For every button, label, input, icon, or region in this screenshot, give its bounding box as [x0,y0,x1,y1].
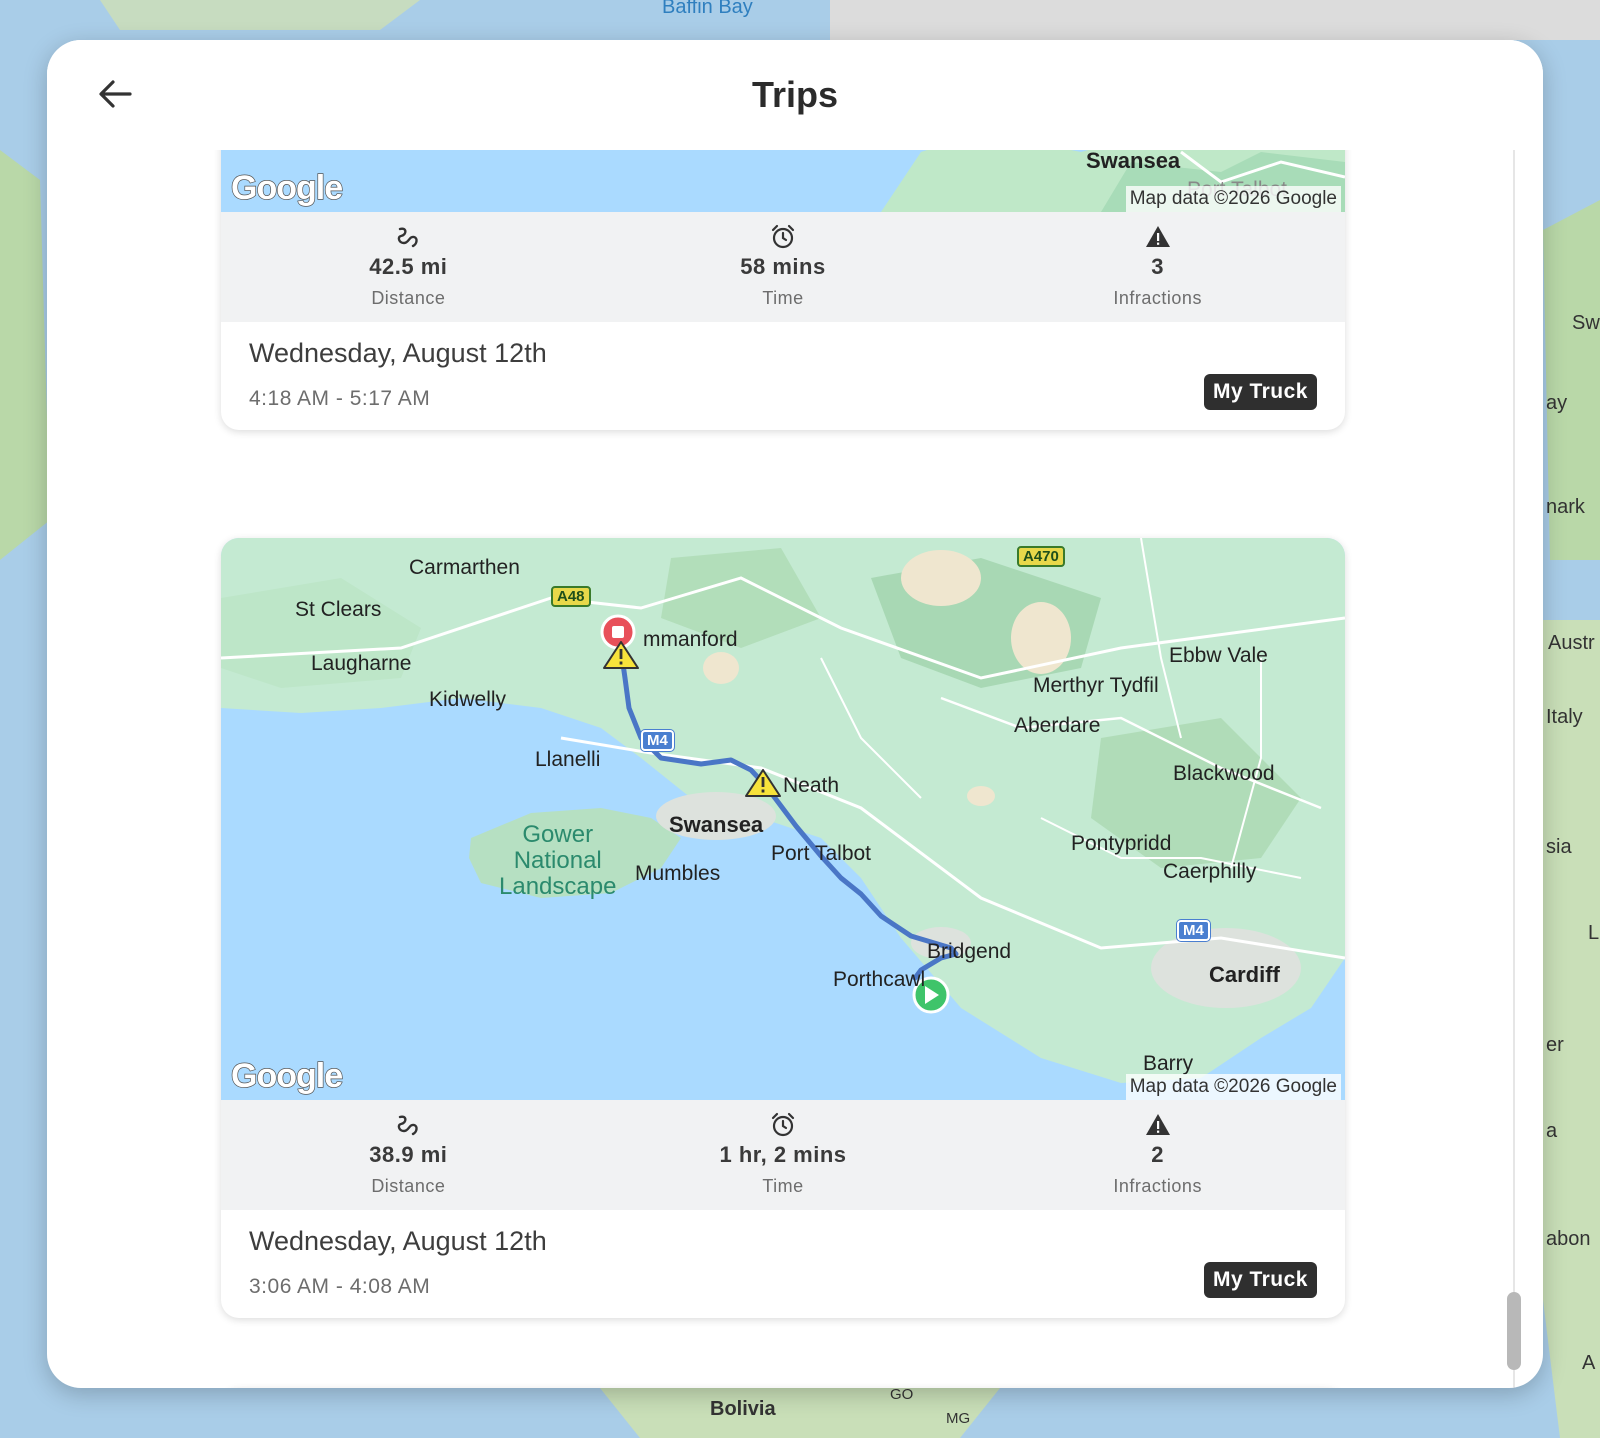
map-label-caerphilly: Caerphilly [1163,860,1257,883]
stat-infractions: 2 Infractions [970,1100,1345,1210]
distance-value: 42.5 mi [369,254,448,279]
bg-label-a: a [1546,1120,1558,1142]
map-label-barry: Barry [1143,1052,1194,1075]
distance-label: Distance [371,1176,446,1196]
map-label-mumbles: Mumbles [635,862,721,885]
stat-infractions: 3 Infractions [970,212,1345,322]
stat-time: 1 hr, 2 mins Time [596,1100,971,1210]
time-value: 58 mins [740,254,826,279]
stat-distance: 42.5 mi Distance [221,212,596,322]
scrollbar-track[interactable] [1513,150,1515,1388]
bg-label-sia: sia [1546,836,1572,858]
bg-label-bolivia: Bolivia [710,1398,776,1420]
map-label-kidwelly: Kidwelly [429,688,507,711]
map-label-ebbw-vale: Ebbw Vale [1169,644,1268,667]
infractions-value: 3 [1151,254,1165,279]
trip-list[interactable]: Swansea Port Talbot Google Map data ©202… [47,150,1543,1388]
map-label-merthyr-tydfil: Merthyr Tydfil [1033,674,1159,697]
map-label-swansea: Swansea [669,812,764,837]
scrollbar-thumb[interactable] [1507,1292,1521,1370]
time-value: 1 hr, 2 mins [719,1142,847,1167]
trip-map[interactable]: Swansea Port Talbot Google Map data ©202… [221,150,1345,212]
trip-footer: Wednesday, August 12th 4:18 AM - 5:17 AM… [221,322,1345,430]
warning-icon [1145,1114,1170,1135]
road-shield-a470: A470 [1017,546,1065,567]
map-label-aberdare: Aberdare [1014,714,1101,737]
trip-stats: 38.9 mi Distance 1 hr, 2 mins Time 2 Inf… [221,1100,1345,1210]
vehicle-tag[interactable]: My Truck [1203,1262,1317,1298]
google-logo: Google [230,168,344,207]
route-icon [398,1115,419,1136]
trip-stats: 42.5 mi Distance 58 mins Time 3 Infracti… [221,212,1345,322]
road-shield-a48: A48 [551,586,591,607]
trip-map-graphic [221,538,1345,1100]
bg-label-austr: Austr [1548,632,1595,654]
map-label-neath: Neath [783,774,840,797]
map-label-gower-national-landscape: Gower National Landscape [499,821,617,900]
bg-label-nark: nark [1546,496,1585,518]
trip-date: Wednesday, August 12th [249,338,547,368]
map-label-cardiff: Cardiff [1209,962,1280,987]
vehicle-tag[interactable]: My Truck [1203,374,1317,410]
stat-distance: 38.9 mi Distance [221,1100,596,1210]
trip-footer: Wednesday, August 12th 3:06 AM - 4:08 AM… [221,1210,1345,1318]
map-label-blackwood: Blackwood [1173,762,1275,785]
google-logo: Google [230,1056,344,1095]
infractions-label: Infractions [1113,288,1202,308]
bg-label-baffin-bay: Baffin Bay [662,0,753,18]
trip-card[interactable]: Carmarthen St Clears Laugharne Kidwelly … [221,538,1345,1318]
road-shield-m4: M4 [641,730,674,751]
map-label-porthcawl: Porthcawl [833,968,926,991]
bg-label-l: L [1588,922,1600,944]
bg-label-go: GO [890,1386,914,1403]
distance-label: Distance [371,288,446,308]
route-icon [398,227,419,248]
map-label-laugharne: Laugharne [311,652,412,675]
trip-card[interactable]: Swansea Port Talbot Google Map data ©202… [221,150,1345,430]
infractions-label: Infractions [1113,1176,1202,1196]
map-label-llanelli: Llanelli [535,748,601,771]
bg-label-sw: Sw [1572,312,1600,334]
map-label-bridgend: Bridgend [927,940,1012,963]
bg-label-mg: MG [946,1410,971,1427]
time-label: Time [762,1176,804,1196]
bg-label-er: er [1546,1034,1564,1056]
trip-date: Wednesday, August 12th [249,1226,547,1256]
map-label-pontypridd: Pontypridd [1071,832,1172,855]
map-attribution: Map data ©2026 Google [1125,1074,1341,1100]
map-attribution: Map data ©2026 Google [1125,186,1341,212]
distance-value: 38.9 mi [369,1142,448,1167]
road-shield-m4: M4 [1177,920,1210,941]
map-label-ammanford: mmanford [643,628,738,651]
warning-icon [1145,226,1170,247]
trip-time-range: 4:18 AM - 5:17 AM [249,387,431,410]
modal-header: Trips [47,40,1543,150]
trips-modal: Trips Swansea Port Talbot Google Map dat… [47,40,1543,1388]
bg-label-italy: Italy [1546,706,1583,728]
map-label-st-clears: St Clears [295,598,382,621]
time-label: Time [762,288,804,308]
alarm-clock-icon [771,1112,795,1137]
bg-label-abon: abon [1546,1228,1591,1250]
bg-label-a2: A [1582,1352,1596,1374]
stat-time: 58 mins Time [596,212,971,322]
infractions-value: 2 [1151,1142,1165,1167]
map-label-swansea: Swansea [1086,150,1181,173]
bg-label-ay: ay [1546,392,1568,414]
map-label-port-talbot: Port Talbot [771,842,872,865]
map-label-carmarthen: Carmarthen [409,556,520,579]
page-title: Trips [751,74,839,115]
trip-time-range: 3:06 AM - 4:08 AM [249,1275,431,1298]
alarm-clock-icon [771,224,795,249]
trip-map[interactable]: Carmarthen St Clears Laugharne Kidwelly … [221,538,1345,1100]
